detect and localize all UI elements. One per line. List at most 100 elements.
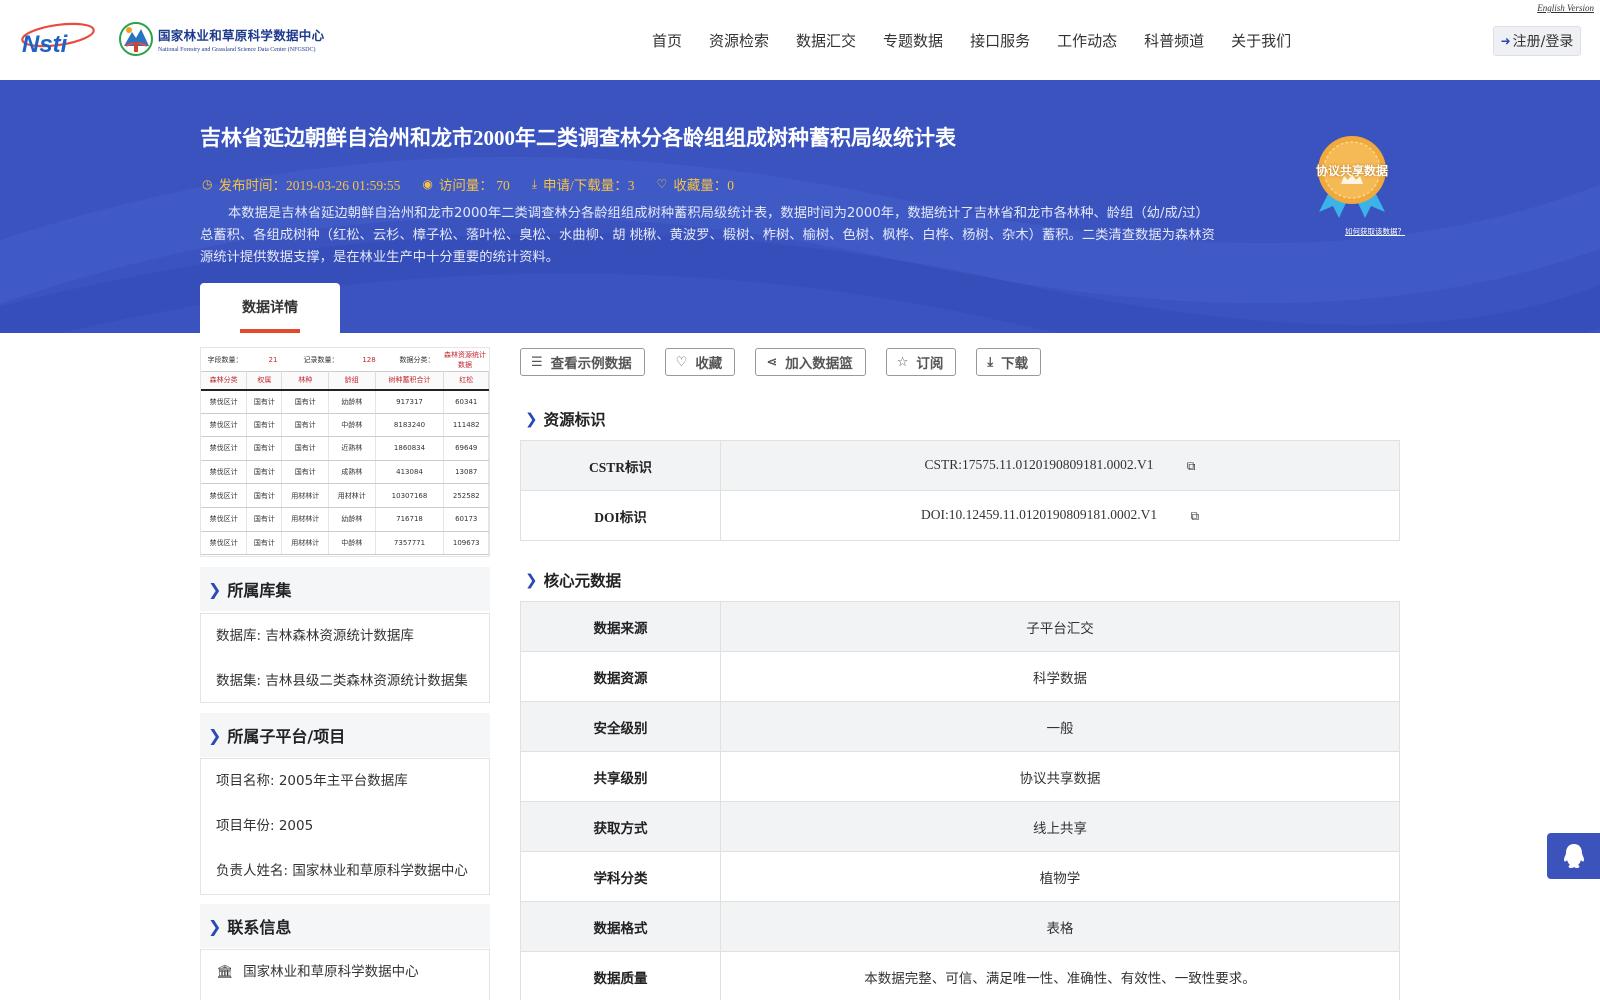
- table-row: 数据质量 本数据完整、可信、满足唯一性、准确性、有效性、一致性要求。: [520, 951, 1400, 1000]
- preview-cell: 国有计: [246, 483, 283, 508]
- login-button[interactable]: ➜ 注册/登录: [1493, 26, 1581, 56]
- table-row: 共享级别 协议共享数据: [520, 751, 1400, 802]
- favorite-button[interactable]: ♡ 收藏: [664, 348, 736, 376]
- nav-about-us[interactable]: 关于我们: [1231, 30, 1291, 51]
- preview-col-header: 权属: [246, 371, 283, 391]
- preview-row: 禁伐区计 国有计 国有计 幼龄林 917317 60341: [201, 389, 489, 414]
- preview-cell: 国有计: [246, 436, 283, 461]
- preview-field-count-label: 字段数量：: [207, 355, 243, 364]
- nav-home[interactable]: 首页: [652, 30, 682, 51]
- institution-icon: 🏛: [216, 964, 234, 980]
- qq-chat-button[interactable]: [1547, 833, 1600, 879]
- download-count-text: 申请/下载量：3: [543, 178, 635, 193]
- eye-icon: ◉: [422, 176, 433, 191]
- copy-icon[interactable]: ⧉: [1187, 459, 1196, 474]
- download-button[interactable]: ⤓ 下载: [976, 348, 1042, 376]
- doi-key: DOI标识: [520, 490, 721, 541]
- nav-science-channel[interactable]: 科普频道: [1144, 30, 1204, 51]
- preview-col-header: 红松: [443, 371, 489, 391]
- core-meta-table: 数据来源 子平台汇交 数据资源 科学数据 安全级别 一般 共享级别 协议共享数据 获取方式 线上共…: [520, 601, 1400, 1000]
- preview-cell: 禁伐区计: [201, 531, 248, 556]
- download-icon: ⤓: [987, 354, 994, 370]
- nav-api-service[interactable]: 接口服务: [970, 30, 1030, 51]
- meta-value: 子平台汇交: [720, 601, 1400, 652]
- preview-row: 禁伐区计 国有计 国有计 中龄林 8183240 111482: [201, 413, 489, 438]
- cstr-cell: CSTR:17575.11.0120190809181.0002.V1 ⧉: [720, 440, 1400, 491]
- preview-cell: 禁伐区计: [201, 413, 248, 438]
- preview-cell: 禁伐区计: [201, 507, 248, 532]
- project-section-title: 所属子平台/项目: [227, 727, 346, 746]
- preview-category-label: 数据分类：: [399, 355, 435, 364]
- project-year: 项目年份: 2005: [216, 818, 314, 834]
- subscribe-label: 订阅: [916, 356, 944, 372]
- library-section-title: 所属库集: [227, 581, 292, 600]
- doi-cell: DOI:10.12459.11.0120190809181.0002.V1 ⧉: [720, 490, 1400, 541]
- data-preview-thumbnail[interactable]: 字段数量： 21 记录数量： 128 数据分类： 森林资源统计数据 森林分类 权…: [200, 347, 490, 557]
- preview-row: 禁伐区计 国有计 用材林计 幼龄林 716718 60173: [201, 507, 489, 532]
- core-meta-title: 核心元数据: [543, 572, 622, 590]
- preview-row: 禁伐区计 国有计 国有计 成熟林 413084 13087: [201, 460, 489, 485]
- project-section-box: 项目名称: 2005年主平台数据库 项目年份: 2005 负责人姓名: 国家林业…: [200, 758, 490, 895]
- view-count: ◉ 访问量： 70: [422, 174, 509, 194]
- meta-key: 共享级别: [520, 751, 721, 802]
- table-row: 数据来源 子平台汇交: [520, 601, 1400, 652]
- preview-row: 禁伐区计 国有计 用材林计 中龄林 7357771 109673: [201, 531, 489, 556]
- dataset-meta: ◷ 发布时间：2019-03-26 01:59:55 ◉ 访问量： 70 ⤓ 申请/下…: [202, 174, 756, 194]
- preview-cell: 国有计: [281, 389, 329, 414]
- nsti-logo[interactable]: Nsti: [20, 22, 98, 56]
- nav-resource-search[interactable]: 资源检索: [709, 30, 769, 51]
- preview-row: 禁伐区计 国有计 用材林计 用材林计 10307168 252582: [201, 483, 489, 508]
- nav-thematic-data[interactable]: 专题数据: [883, 30, 943, 51]
- preview-cell: 716718: [375, 507, 445, 532]
- subscribe-button[interactable]: ☆ 订阅: [885, 348, 957, 376]
- preview-record-count-label: 记录数量：: [303, 355, 339, 364]
- share-badge-label: 协议共享数据: [1315, 164, 1388, 178]
- add-to-basket-label: 加入数据篮: [785, 356, 853, 372]
- chevron-right-icon: ❯: [208, 725, 222, 745]
- preview-category: 森林资源统计数据: [444, 350, 486, 369]
- preview-cell: 禁伐区计: [201, 436, 248, 461]
- how-to-obtain-link[interactable]: 如何获取该数据？: [1345, 226, 1405, 237]
- library-dataset[interactable]: 数据集: 吉林县级二类森林资源统计数据集: [216, 659, 474, 704]
- meta-key: 数据质量: [520, 951, 721, 1000]
- preview-cell: 国有计: [246, 507, 283, 532]
- preview-cell: 近熟林: [328, 436, 376, 461]
- preview-cell: 60341: [443, 389, 489, 414]
- library-section-box: 数据库: 吉林森林资源统计数据库 数据集: 吉林县级二类森林资源统计数据集: [200, 613, 490, 703]
- copy-icon[interactable]: ⧉: [1190, 509, 1199, 524]
- publish-time-text: 发布时间：2019-03-26 01:59:55: [218, 178, 401, 193]
- add-to-basket-button[interactable]: ⋖ 加入数据篮: [755, 348, 866, 376]
- library-database[interactable]: 数据库: 吉林森林资源统计数据库: [216, 614, 474, 659]
- nav-data-submission[interactable]: 数据汇交: [796, 30, 856, 51]
- preview-cell: 1860834: [375, 436, 445, 461]
- resource-id-table: CSTR标识 CSTR:17575.11.0120190809181.0002.…: [520, 440, 1400, 541]
- meta-value: 协议共享数据: [720, 751, 1400, 802]
- view-sample-button[interactable]: ☰ 查看示例数据: [520, 348, 645, 376]
- english-version-link[interactable]: English Version: [1537, 3, 1594, 13]
- center-logo[interactable]: 国家林业和草原科学数据中心 National Forestry and Gras…: [118, 20, 324, 58]
- chevron-right-icon: ❯: [208, 916, 222, 936]
- contact-org-name: 国家林业和草原科学数据中心: [243, 964, 419, 980]
- tab-data-details[interactable]: 数据详情: [200, 283, 340, 333]
- cstr-value: CSTR:17575.11.0120190809181.0002.V1: [924, 457, 1154, 473]
- core-meta-header: ❯ 核心元数据: [525, 569, 621, 591]
- preview-field-count: 21: [268, 355, 278, 364]
- preview-cell: 用材林计: [281, 483, 329, 508]
- preview-summary: 字段数量： 21 记录数量： 128 数据分类： 森林资源统计数据: [201, 348, 489, 371]
- preview-cell: 8183240: [375, 413, 445, 438]
- dataset-description: 本数据是吉林省延边朝鲜自治州和龙市2000年二类调查林分各龄组组成树种蓄积局级统…: [200, 206, 1215, 265]
- preview-cell: 国有计: [246, 413, 283, 438]
- nav-news[interactable]: 工作动态: [1057, 30, 1117, 51]
- sign-in-icon: ➜: [1500, 34, 1511, 48]
- table-row: 数据资源 科学数据: [520, 651, 1400, 702]
- preview-cell: 幼龄林: [328, 389, 376, 414]
- preview-cell: 幼龄林: [328, 507, 376, 532]
- project-owner: 负责人姓名: 国家林业和草原科学数据中心: [216, 863, 468, 879]
- meta-key: 数据来源: [520, 601, 721, 652]
- chevron-right-icon: ❯: [525, 410, 538, 428]
- chevron-right-icon: ❯: [208, 579, 222, 599]
- preview-cell: 国有计: [246, 460, 283, 485]
- meta-value: 本数据完整、可信、满足唯一性、准确性、有效性、一致性要求。: [720, 951, 1400, 1000]
- meta-key: 学科分类: [520, 851, 721, 902]
- preview-cell: 7357771: [375, 531, 445, 556]
